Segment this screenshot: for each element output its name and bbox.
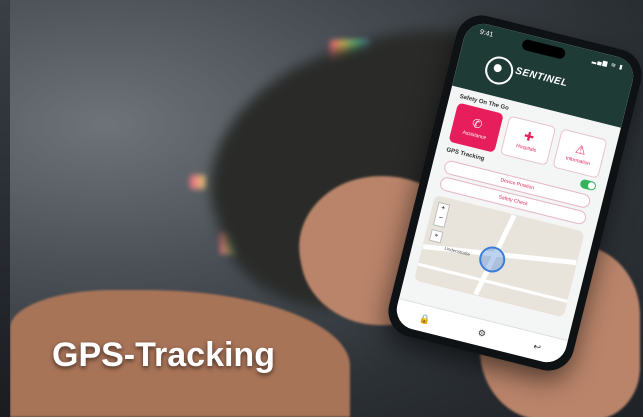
position-marker bbox=[476, 243, 509, 276]
cross-icon: ✚ bbox=[522, 128, 536, 145]
dynamic-island bbox=[520, 38, 567, 60]
bokeh-light bbox=[190, 175, 206, 189]
zoom-control[interactable]: + − bbox=[432, 201, 451, 228]
gps-toggle[interactable] bbox=[579, 178, 597, 192]
tile-label: Information bbox=[565, 154, 591, 167]
warning-icon: ⚠ bbox=[573, 141, 588, 158]
photo-scene: 9:41 ▂▄▆ ≋ ▮ SENTINEL Safety On The Go ✆… bbox=[0, 0, 643, 417]
status-icons: ▂▄▆ ≋ ▮ bbox=[591, 57, 625, 72]
caption-title: GPS-Tracking bbox=[52, 336, 275, 374]
sentinel-logo-icon bbox=[482, 53, 517, 88]
zoom-out-button[interactable]: − bbox=[434, 213, 446, 225]
gear-icon[interactable]: ⚙ bbox=[477, 327, 487, 340]
back-icon[interactable]: ↩ bbox=[532, 341, 542, 353]
locate-icon[interactable]: ⌖ bbox=[428, 228, 444, 244]
photo-left-edge bbox=[0, 0, 10, 417]
phone-icon: ✆ bbox=[470, 115, 484, 132]
tile-label: Hospitals bbox=[515, 142, 537, 154]
lock-icon[interactable]: 🔒 bbox=[418, 312, 431, 325]
brand-name: SENTINEL bbox=[514, 65, 569, 90]
status-time: 9:41 bbox=[479, 28, 494, 39]
tile-label: Assistance bbox=[462, 129, 487, 141]
